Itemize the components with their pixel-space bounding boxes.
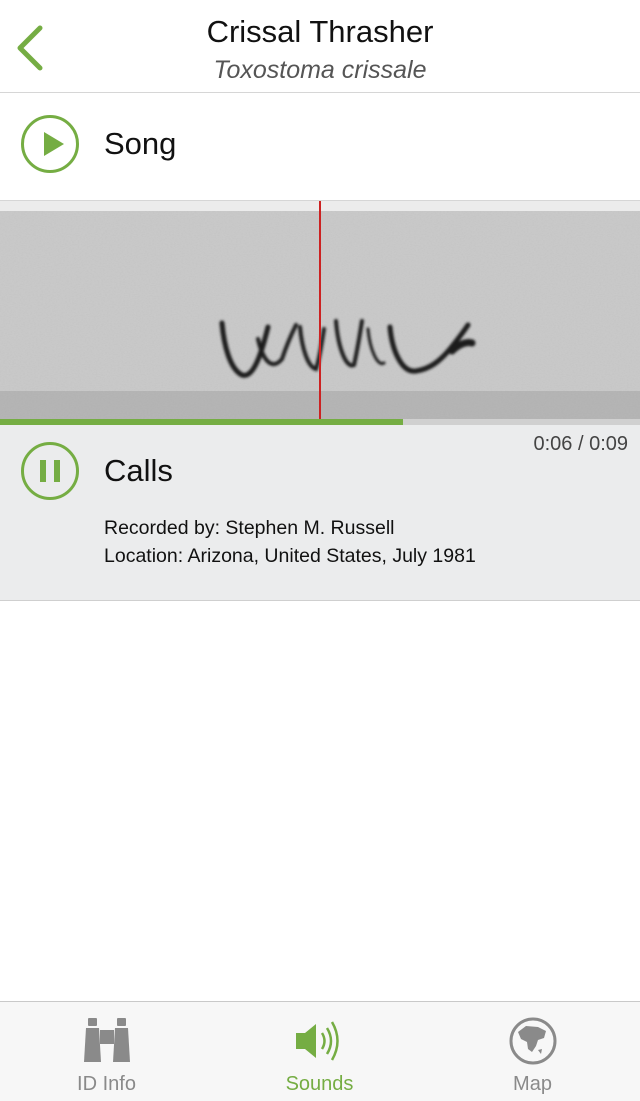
tab-label-sounds: Sounds (285, 1073, 354, 1095)
page-subtitle: Toxostoma crissale (213, 56, 427, 84)
pause-button[interactable] (21, 442, 79, 500)
recording-row-song[interactable]: Song (0, 93, 640, 201)
tab-label-map: Map (513, 1073, 552, 1095)
nav-header: Crissal Thrasher Toxostoma crissale (0, 0, 640, 93)
time-readout: 0:06 / 0:09 (533, 433, 628, 455)
tab-bar: ID Info Sounds Map (0, 1001, 640, 1101)
speaker-icon (295, 1021, 339, 1061)
tab-map[interactable]: Map (426, 1002, 639, 1101)
location-text: Location: Arizona, United States, July 1… (104, 545, 476, 567)
play-icon (44, 132, 64, 156)
recording-row-calls: 0:06 / 0:09 Calls Recorded by: Stephen M… (0, 425, 640, 601)
pause-icon (40, 460, 60, 482)
play-button[interactable] (21, 115, 79, 173)
binoculars-icon (83, 1018, 130, 1062)
tab-id-info[interactable]: ID Info (0, 1002, 213, 1101)
recording-label-song: Song (104, 126, 177, 161)
tab-label-id-info: ID Info (77, 1073, 136, 1095)
globe-icon (509, 1017, 556, 1065)
spectrogram[interactable] (0, 201, 640, 419)
page-title: Crissal Thrasher (206, 14, 434, 49)
recorded-by-text: Recorded by: Stephen M. Russell (104, 517, 395, 539)
recording-label-calls: Calls (104, 453, 173, 488)
tab-sounds[interactable]: Sounds (213, 1002, 426, 1101)
